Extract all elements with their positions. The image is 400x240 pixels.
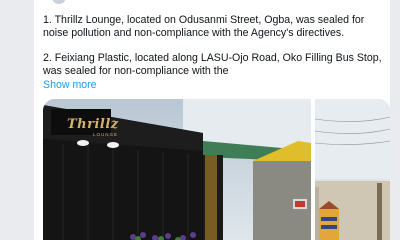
post-photo-secondary[interactable]: [315, 99, 390, 240]
plastic-building-photo-illustration: [315, 99, 390, 240]
avatar[interactable]: [52, 0, 66, 4]
post-card[interactable]: 1. Thrillz Lounge, located on Odusanmi S…: [34, 0, 390, 240]
post-paragraph-1: 1. Thrillz Lounge, located on Odusanmi S…: [43, 14, 365, 39]
post-photo-main[interactable]: Thrillz LOUNGE: [43, 99, 311, 240]
lounge-sign-text: Thrillz: [67, 117, 119, 132]
lounge-sign-subtext: LOUNGE: [93, 132, 119, 137]
post-paragraph-2: 2. Feixiang Plastic, located along LASU-…: [43, 52, 382, 77]
show-more-link[interactable]: Show more: [43, 79, 97, 92]
